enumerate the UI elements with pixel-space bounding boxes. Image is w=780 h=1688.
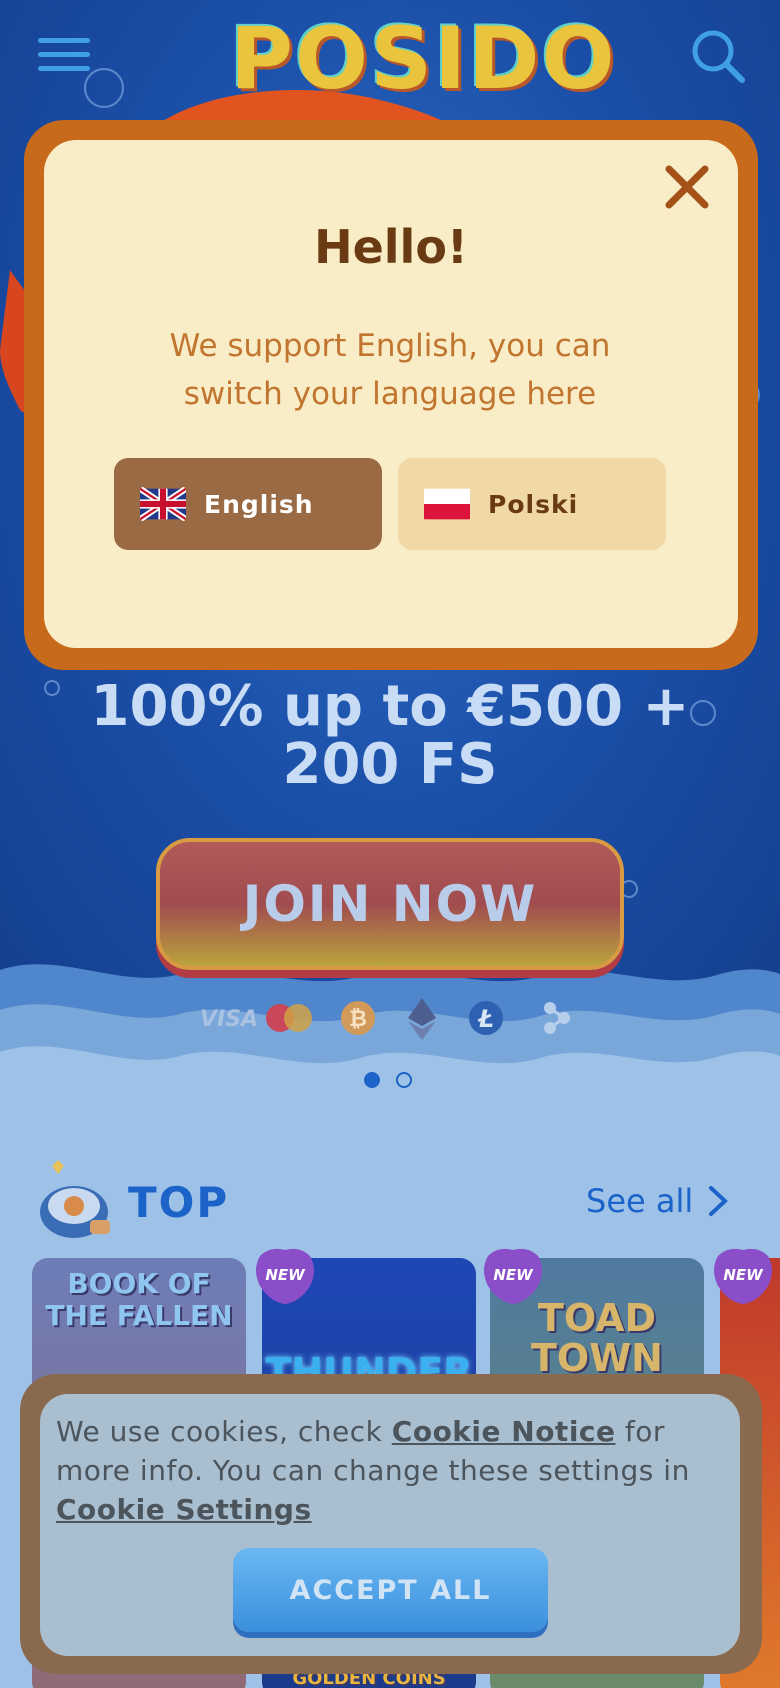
new-badge: NEW xyxy=(480,1246,546,1306)
bitcoin-icon: ₿ xyxy=(341,1001,375,1035)
language-option-english[interactable]: English xyxy=(114,458,382,550)
cookie-text-part: We use cookies, check xyxy=(56,1415,392,1448)
new-badge-label: NEW xyxy=(723,1266,763,1284)
trophy-chest-icon xyxy=(40,1160,110,1238)
mastercard-icon xyxy=(266,1004,312,1032)
ethereum-icon xyxy=(408,998,436,1040)
accept-all-button[interactable]: ACCEPT ALL xyxy=(233,1548,548,1632)
chevron-right-icon xyxy=(709,1186,729,1216)
payment-methods: VISA ₿ Ł xyxy=(200,998,570,1040)
new-badge-label: NEW xyxy=(265,1266,305,1284)
new-badge-label: NEW xyxy=(493,1266,533,1284)
cookie-settings-link[interactable]: Cookie Settings xyxy=(56,1493,312,1526)
bubble-decoration xyxy=(690,700,716,726)
cookie-notice-link[interactable]: Cookie Notice xyxy=(392,1415,616,1448)
game-title: TOAD TOWN xyxy=(531,1296,663,1380)
section-title-top: TOP xyxy=(128,1178,230,1227)
svg-text:₿: ₿ xyxy=(349,1007,367,1032)
cookie-message: We use cookies, check Cookie Notice for … xyxy=(56,1412,716,1529)
join-now-button[interactable]: JOIN NOW xyxy=(156,838,624,970)
carousel-dot-active[interactable] xyxy=(364,1072,380,1088)
new-badge: NEW xyxy=(710,1246,776,1306)
ripple-icon xyxy=(544,1002,570,1034)
game-title: BOOK OF THE FALLEN xyxy=(45,1267,233,1332)
language-label: Polski xyxy=(488,489,579,519)
carousel-dot[interactable] xyxy=(396,1072,412,1088)
language-label: English xyxy=(204,489,314,519)
modal-title: Hello! xyxy=(314,220,468,274)
language-option-polski[interactable]: Polski xyxy=(398,458,666,550)
close-icon[interactable] xyxy=(664,164,710,210)
modal-message: We support English, you can switch your … xyxy=(169,328,611,412)
page: POSIDO Hello! We support English, you ca… xyxy=(0,0,780,1688)
svg-text:Ł: Ł xyxy=(477,1005,494,1033)
see-all-link[interactable]: See all xyxy=(586,1182,731,1220)
carousel-pagination xyxy=(364,1072,416,1090)
bubble-decoration xyxy=(44,680,60,696)
new-badge: NEW xyxy=(252,1246,318,1306)
see-all-label: See all xyxy=(586,1182,694,1220)
poland-flag-icon xyxy=(424,488,470,520)
search-icon[interactable] xyxy=(690,28,746,84)
litecoin-icon: Ł xyxy=(469,1001,503,1035)
bonus-offer-text: 100% up to €500 + 200 FS xyxy=(90,674,690,797)
visa-icon: VISA xyxy=(200,1007,258,1032)
uk-flag-icon xyxy=(140,487,186,521)
